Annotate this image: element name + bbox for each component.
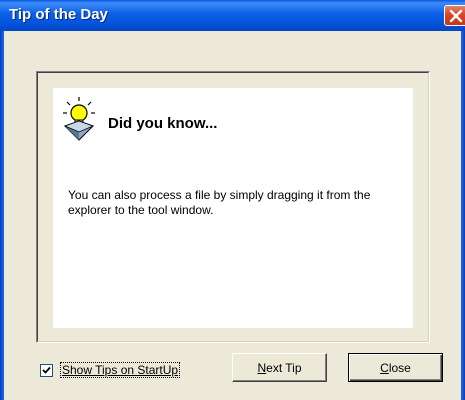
next-tip-mnemonic: N — [257, 360, 267, 375]
close-button[interactable]: Close — [348, 353, 443, 382]
show-tips-checkbox[interactable] — [40, 363, 53, 377]
close-label: lose — [388, 360, 411, 375]
tip-panel: Did you know... You can also process a f… — [53, 88, 413, 328]
show-tips-label[interactable]: Show Tips on StartUp — [60, 362, 181, 378]
window-frame-left — [0, 31, 4, 400]
tip-group-box: Did you know... You can also process a f… — [36, 71, 430, 343]
checkmark-icon — [42, 366, 51, 374]
show-tips-label-text: Show Tips on StartUp — [62, 363, 179, 377]
next-tip-button[interactable]: Next Tip — [232, 353, 327, 382]
title-bar[interactable]: Tip of the Day — [0, 0, 465, 31]
close-icon — [449, 9, 463, 22]
window-title: Tip of the Day — [9, 6, 108, 23]
window-close-button[interactable] — [444, 5, 465, 26]
tip-heading: Did you know... — [108, 115, 218, 132]
tip-group-inner: Did you know... You can also process a f… — [37, 72, 429, 342]
lightbulb-icon — [63, 97, 95, 141]
window-frame-right — [461, 31, 465, 400]
show-tips-option[interactable]: Show Tips on StartUp — [40, 362, 181, 378]
close-mnemonic: C — [380, 360, 389, 375]
tip-body-text: You can also process a file by simply dr… — [68, 188, 371, 217]
next-tip-label: ext Tip — [266, 360, 302, 375]
